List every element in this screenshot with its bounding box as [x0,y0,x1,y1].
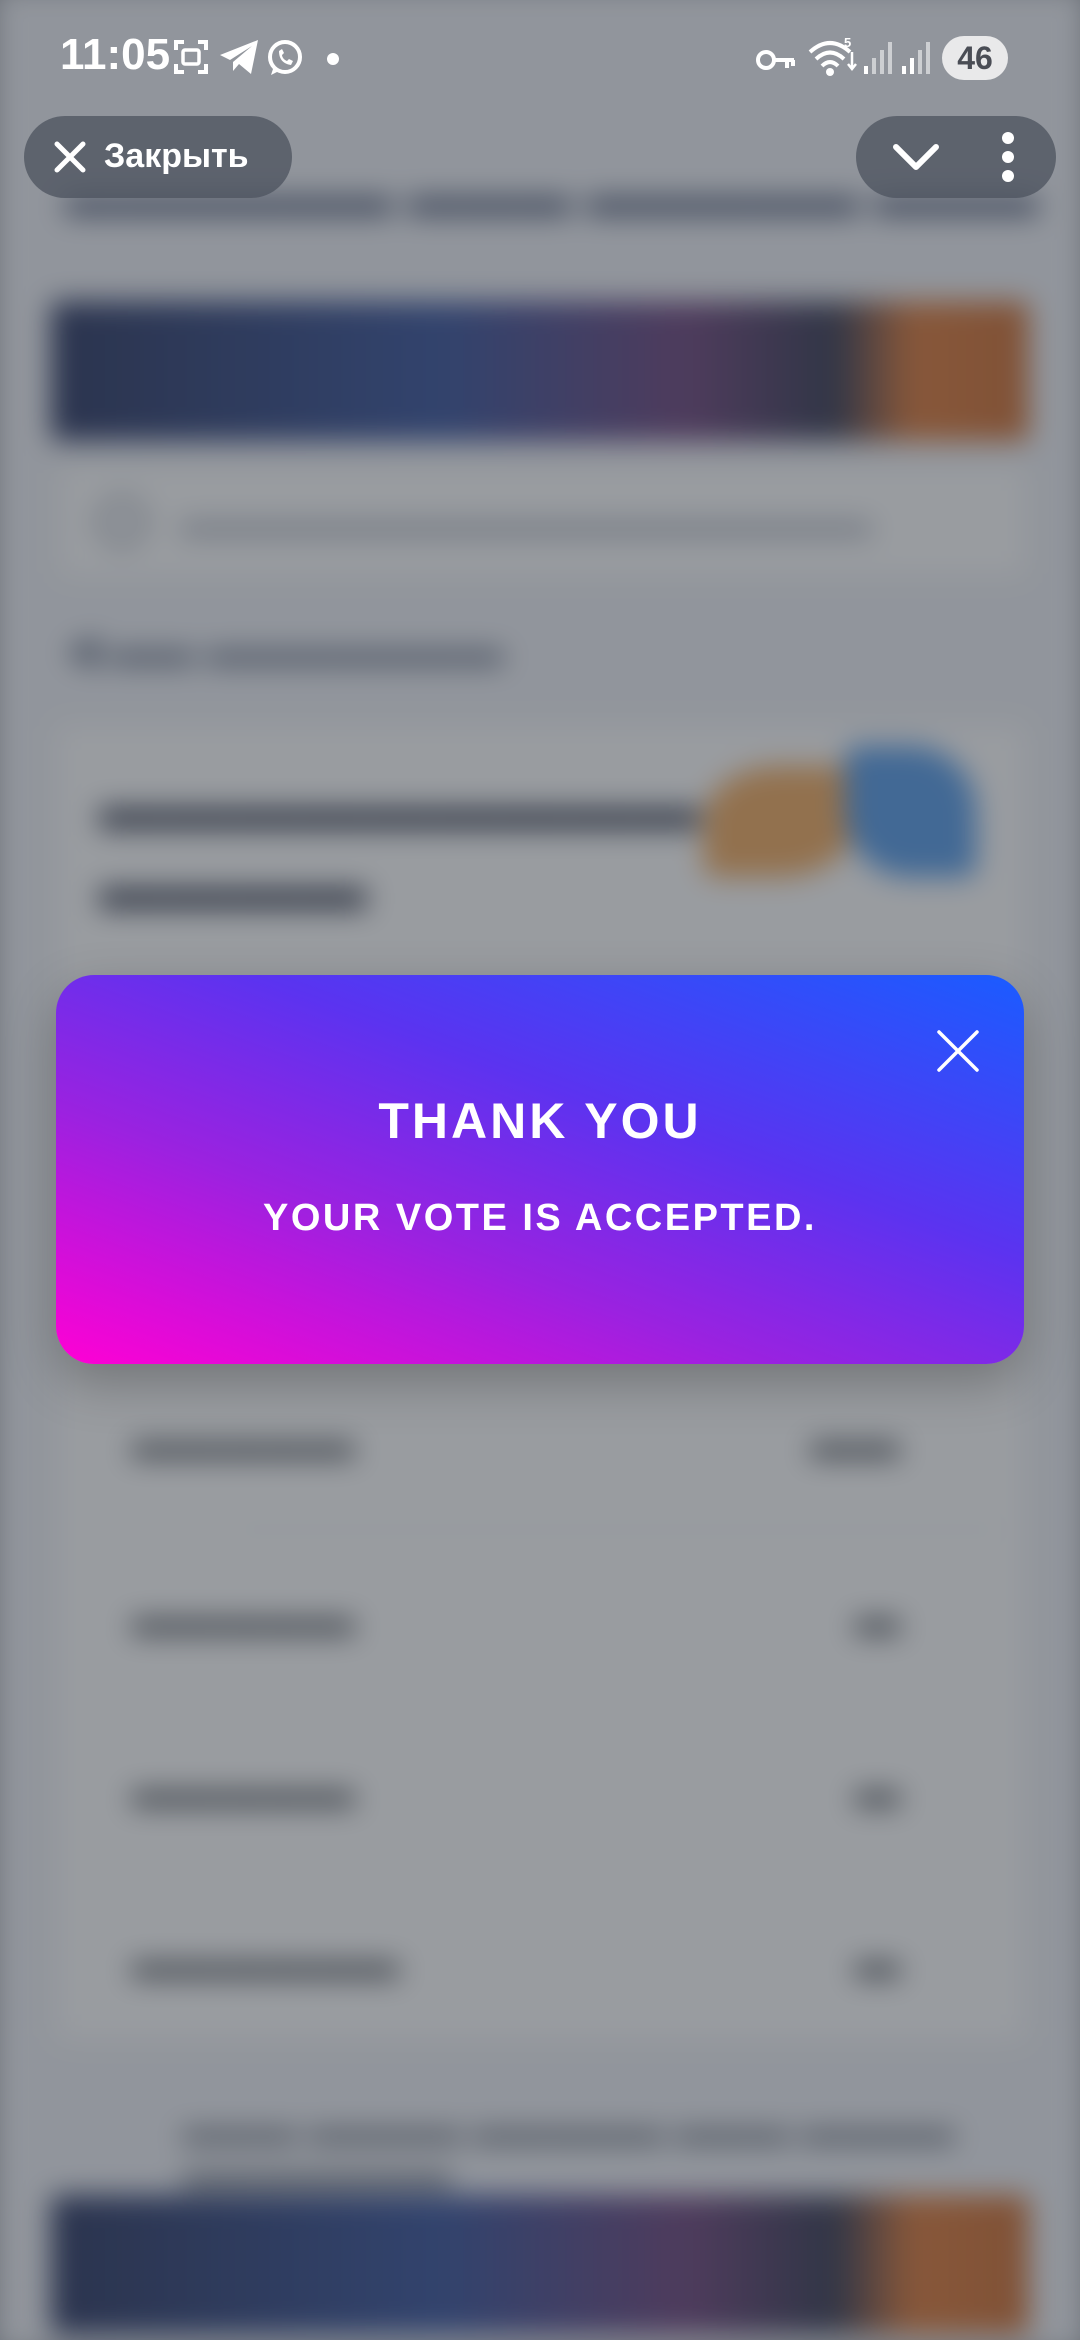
screenshot-icon [174,40,208,74]
battery-level: 46 [942,36,1008,80]
vpn-key-icon [756,50,795,70]
close-browser-button[interactable]: Закрыть [24,116,292,198]
svg-text:5: 5 [844,36,851,50]
more-vertical-icon[interactable] [988,128,1028,186]
close-icon [54,141,86,173]
modal-message: YOUR VOTE IS ACCEPTED. [263,1197,817,1239]
telegram-icon [220,40,258,74]
screen: ▬▬▬▬▬▬ ▬▬▬ ▬▬▬▬▬ ▬▬▬ ▬▬▬▬▬▬▬▬▬▬▬▬▬▬▬▬▬▬▬… [0,0,1080,2340]
signal-icon [902,42,930,74]
browser-menu-pill [856,116,1056,198]
close-browser-label: Закрыть [104,137,249,175]
status-bar: 11:05 5 46 [0,0,1080,110]
signal-icon [864,42,892,74]
modal-title: THANK YOU [378,1093,702,1149]
chevron-down-icon[interactable] [886,134,946,180]
close-icon[interactable] [936,1029,980,1073]
wifi-icon: 5 [808,36,857,76]
notification-dot-icon [327,53,339,65]
vote-accepted-modal: THANK YOU YOUR VOTE IS ACCEPTED. [56,975,1024,1364]
status-time: 11:05 [60,30,171,79]
whatsapp-icon [268,40,302,75]
